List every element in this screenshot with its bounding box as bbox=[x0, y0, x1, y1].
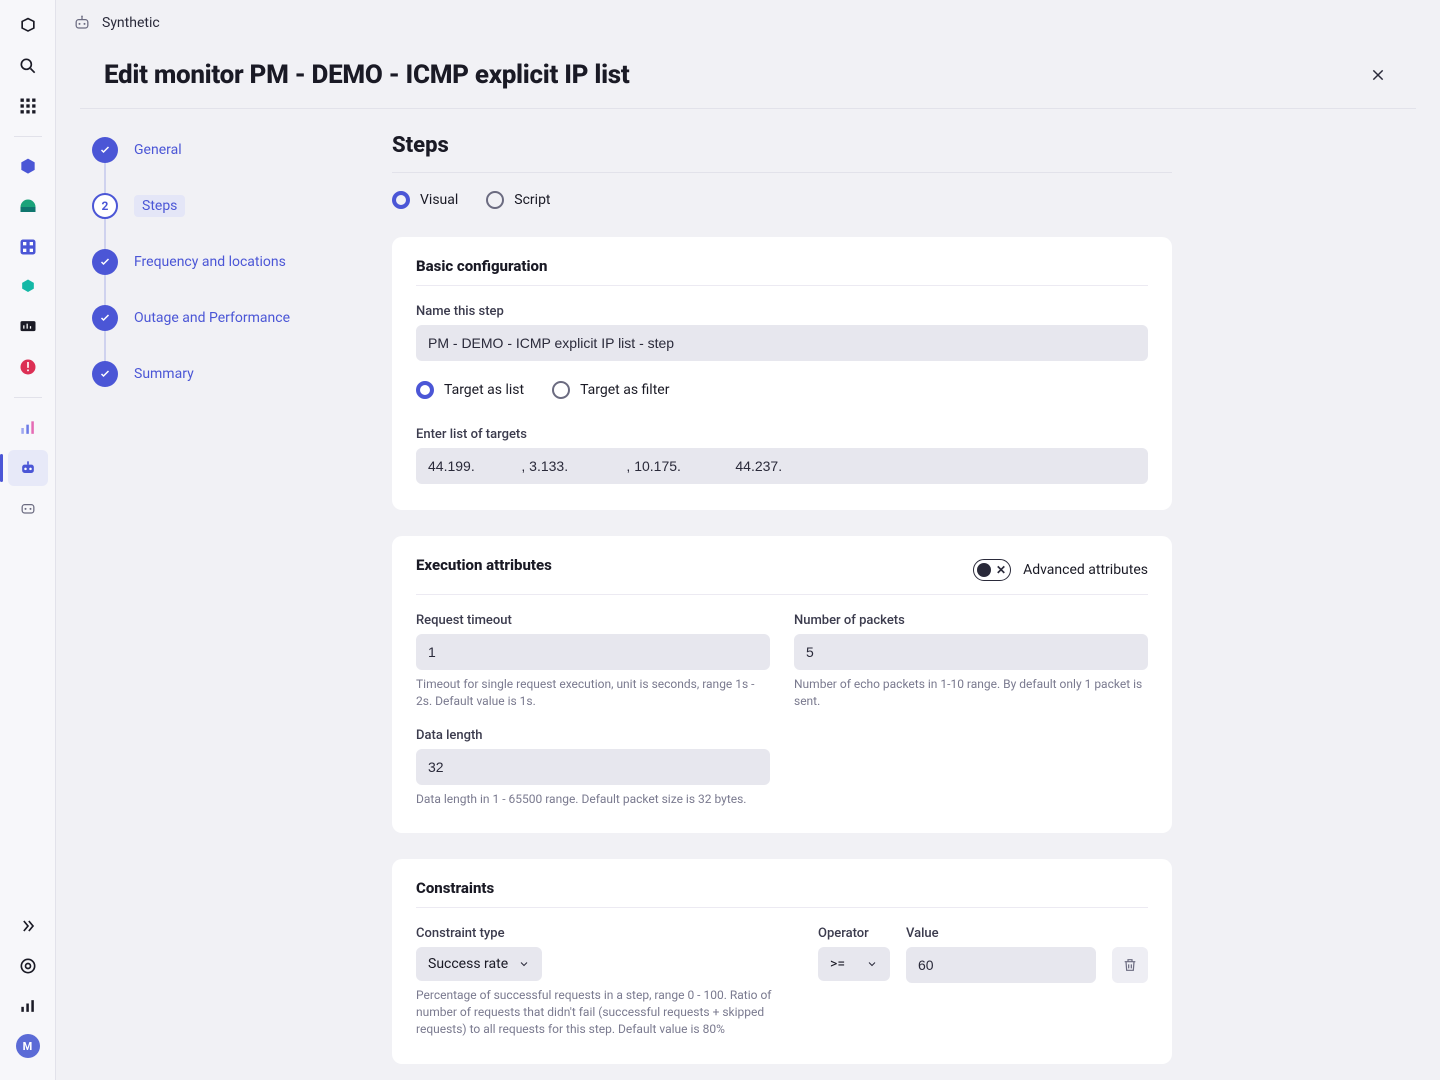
chevron-down-icon bbox=[518, 958, 530, 970]
radio-script-label: Script bbox=[514, 192, 550, 208]
wizard-bullet-summary bbox=[92, 361, 118, 387]
apps-grid-icon bbox=[18, 96, 38, 116]
help-constraint-type: Percentage of successful requests in a s… bbox=[416, 987, 776, 1037]
close-icon bbox=[1370, 67, 1386, 83]
label-constraint-type: Constraint type bbox=[416, 926, 802, 941]
toggle-advanced-label: Advanced attributes bbox=[1023, 562, 1148, 578]
breadcrumb-bar: Synthetic bbox=[56, 0, 1440, 46]
lifebuoy-icon bbox=[18, 956, 38, 976]
toggle-x-icon: ✕ bbox=[996, 563, 1006, 577]
wizard-nav: General 2 Steps Frequency and locations bbox=[80, 133, 360, 387]
operator-select[interactable]: >= bbox=[818, 947, 890, 981]
card-heading-exec: Execution attributes bbox=[416, 556, 552, 574]
card-heading-constraints: Constraints bbox=[416, 879, 1148, 897]
wizard-step-summary[interactable]: Summary bbox=[134, 366, 194, 382]
section-heading-steps: Steps bbox=[392, 133, 1172, 158]
wizard-step-outage[interactable]: Outage and Performance bbox=[134, 310, 290, 326]
chevrons-right-icon bbox=[18, 916, 38, 936]
rail-search[interactable] bbox=[8, 48, 48, 84]
delete-constraint-button[interactable] bbox=[1112, 947, 1148, 983]
wizard-step-steps[interactable]: Steps bbox=[134, 195, 185, 217]
card-heading-basic: Basic configuration bbox=[416, 257, 1148, 275]
rail-item-dashboard[interactable] bbox=[8, 189, 48, 225]
wizard-step-general[interactable]: General bbox=[134, 142, 182, 158]
request-timeout-input[interactable] bbox=[416, 634, 770, 670]
rail-item-kubernetes[interactable] bbox=[8, 229, 48, 265]
wizard-bullet-outage bbox=[92, 305, 118, 331]
breadcrumb[interactable]: Synthetic bbox=[102, 15, 160, 31]
label-request-timeout: Request timeout bbox=[416, 613, 770, 628]
check-icon bbox=[99, 368, 111, 380]
radio-visual[interactable]: Visual bbox=[392, 191, 458, 209]
rail-item-analytics[interactable] bbox=[8, 410, 48, 446]
rail-item-infra[interactable] bbox=[8, 149, 48, 185]
label-operator: Operator bbox=[818, 926, 890, 941]
avatar: M bbox=[16, 1034, 40, 1058]
search-icon bbox=[18, 56, 38, 76]
trash-icon bbox=[1122, 957, 1138, 973]
wizard-step-frequency[interactable]: Frequency and locations bbox=[134, 254, 286, 270]
targets-input[interactable] bbox=[416, 448, 1148, 484]
rail-avatar[interactable]: M bbox=[8, 1028, 48, 1064]
operator-value: >= bbox=[830, 956, 845, 972]
rail-help[interactable] bbox=[8, 948, 48, 984]
help-data-length: Data length in 1 - 65500 range. Default … bbox=[416, 791, 770, 808]
rail-item-bot2[interactable] bbox=[8, 490, 48, 526]
gauge-icon bbox=[18, 197, 38, 217]
robot-breadcrumb-icon bbox=[72, 13, 92, 33]
card-basic-configuration: Basic configuration Name this step Targe… bbox=[392, 237, 1172, 510]
label-num-packets: Number of packets bbox=[794, 613, 1148, 628]
robot-icon bbox=[18, 458, 38, 478]
label-data-length: Data length bbox=[416, 728, 770, 743]
help-num-packets: Number of echo packets in 1-10 range. By… bbox=[794, 676, 1148, 710]
cloud-box-icon bbox=[18, 277, 38, 297]
radio-visual-label: Visual bbox=[420, 192, 458, 208]
rail-reports[interactable] bbox=[8, 988, 48, 1024]
help-request-timeout: Timeout for single request execution, un… bbox=[416, 676, 770, 710]
check-icon bbox=[99, 312, 111, 324]
bars-icon bbox=[18, 418, 38, 438]
wizard-bullet-general bbox=[92, 137, 118, 163]
rail-item-monitor[interactable] bbox=[8, 309, 48, 345]
hexagon-icon bbox=[18, 157, 38, 177]
data-length-input[interactable] bbox=[416, 749, 770, 785]
close-button[interactable] bbox=[1364, 61, 1392, 89]
alert-circle-icon bbox=[18, 357, 38, 377]
robot-outline-icon bbox=[18, 498, 38, 518]
card-execution-attributes: Execution attributes ✕ Advanced attribut… bbox=[392, 536, 1172, 833]
toggle-advanced-attributes[interactable]: ✕ bbox=[973, 559, 1011, 581]
wizard-bullet-steps: 2 bbox=[92, 193, 118, 219]
rail-item-alerts[interactable] bbox=[8, 349, 48, 385]
radio-target-filter[interactable]: Target as filter bbox=[552, 381, 669, 399]
label-step-name: Name this step bbox=[416, 304, 1148, 319]
constraint-value-input[interactable] bbox=[906, 947, 1096, 983]
chevron-down-icon bbox=[866, 958, 878, 970]
label-value: Value bbox=[906, 926, 1096, 941]
check-icon bbox=[99, 256, 111, 268]
page-title: Edit monitor PM - DEMO - ICMP explicit I… bbox=[104, 60, 629, 90]
monitor-icon bbox=[18, 317, 38, 337]
grid4-icon bbox=[18, 237, 38, 257]
constraint-type-value: Success rate bbox=[428, 956, 508, 972]
constraint-type-select[interactable]: Success rate bbox=[416, 947, 542, 981]
rail-apps[interactable] bbox=[8, 88, 48, 124]
radio-target-list-label: Target as list bbox=[444, 382, 524, 398]
cube-logo-icon bbox=[18, 16, 38, 36]
wizard-bullet-frequency bbox=[92, 249, 118, 275]
radio-script[interactable]: Script bbox=[486, 191, 550, 209]
step-name-input[interactable] bbox=[416, 325, 1148, 361]
radio-target-filter-label: Target as filter bbox=[580, 382, 669, 398]
rail-logo[interactable] bbox=[8, 8, 48, 44]
label-targets: Enter list of targets bbox=[416, 427, 1148, 442]
rail-item-synthetic[interactable] bbox=[8, 450, 48, 486]
rail-item-cloud[interactable] bbox=[8, 269, 48, 305]
radio-target-list[interactable]: Target as list bbox=[416, 381, 524, 399]
num-packets-input[interactable] bbox=[794, 634, 1148, 670]
check-icon bbox=[99, 144, 111, 156]
card-constraints: Constraints Constraint type Success rate… bbox=[392, 859, 1172, 1063]
rail-expand[interactable] bbox=[8, 908, 48, 944]
left-rail: M bbox=[0, 0, 56, 1080]
bar-chart-icon bbox=[18, 996, 38, 1016]
